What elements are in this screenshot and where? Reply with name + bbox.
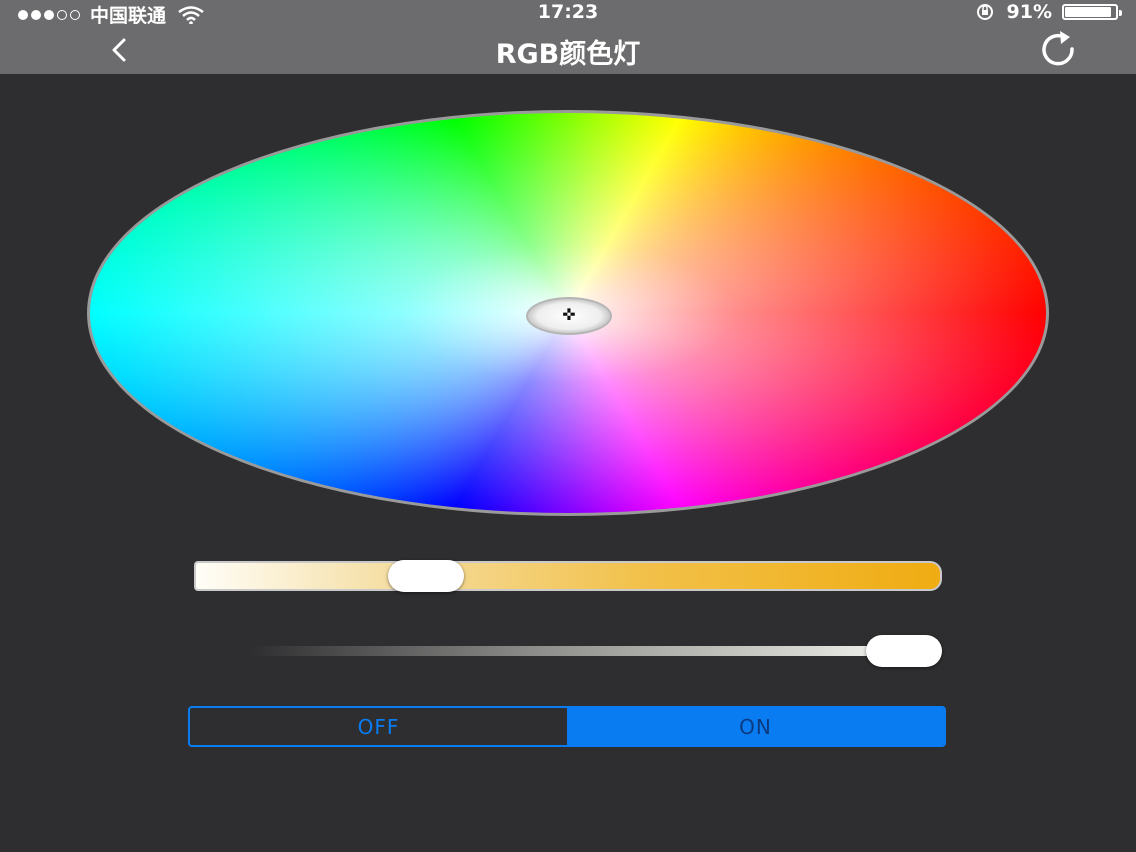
color-picker-handle[interactable]: ✜: [526, 297, 612, 335]
page-title: RGB颜色灯: [495, 39, 641, 70]
power-off-button[interactable]: OFF: [190, 708, 567, 745]
brightness-slider-track[interactable]: [250, 646, 940, 656]
crosshair-icon: ✜: [562, 307, 576, 324]
status-time: 17:23: [537, 1, 599, 23]
status-bar: 中国联通 17:23 91%: [0, 0, 1136, 27]
warmth-slider-track[interactable]: [194, 561, 942, 591]
orientation-lock-icon: [976, 4, 993, 20]
status-right: 91%: [973, 1, 1122, 23]
brightness-slider-thumb[interactable]: [866, 635, 942, 667]
navigation-bar: RGB颜色灯: [0, 24, 1136, 74]
power-toggle: OFF ON: [188, 706, 946, 747]
battery-icon: [1062, 4, 1122, 20]
warmth-slider-thumb[interactable]: [388, 560, 464, 592]
power-on-button[interactable]: ON: [567, 708, 944, 745]
battery-percent: 91%: [1006, 1, 1052, 23]
refresh-icon[interactable]: [1028, 29, 1088, 69]
